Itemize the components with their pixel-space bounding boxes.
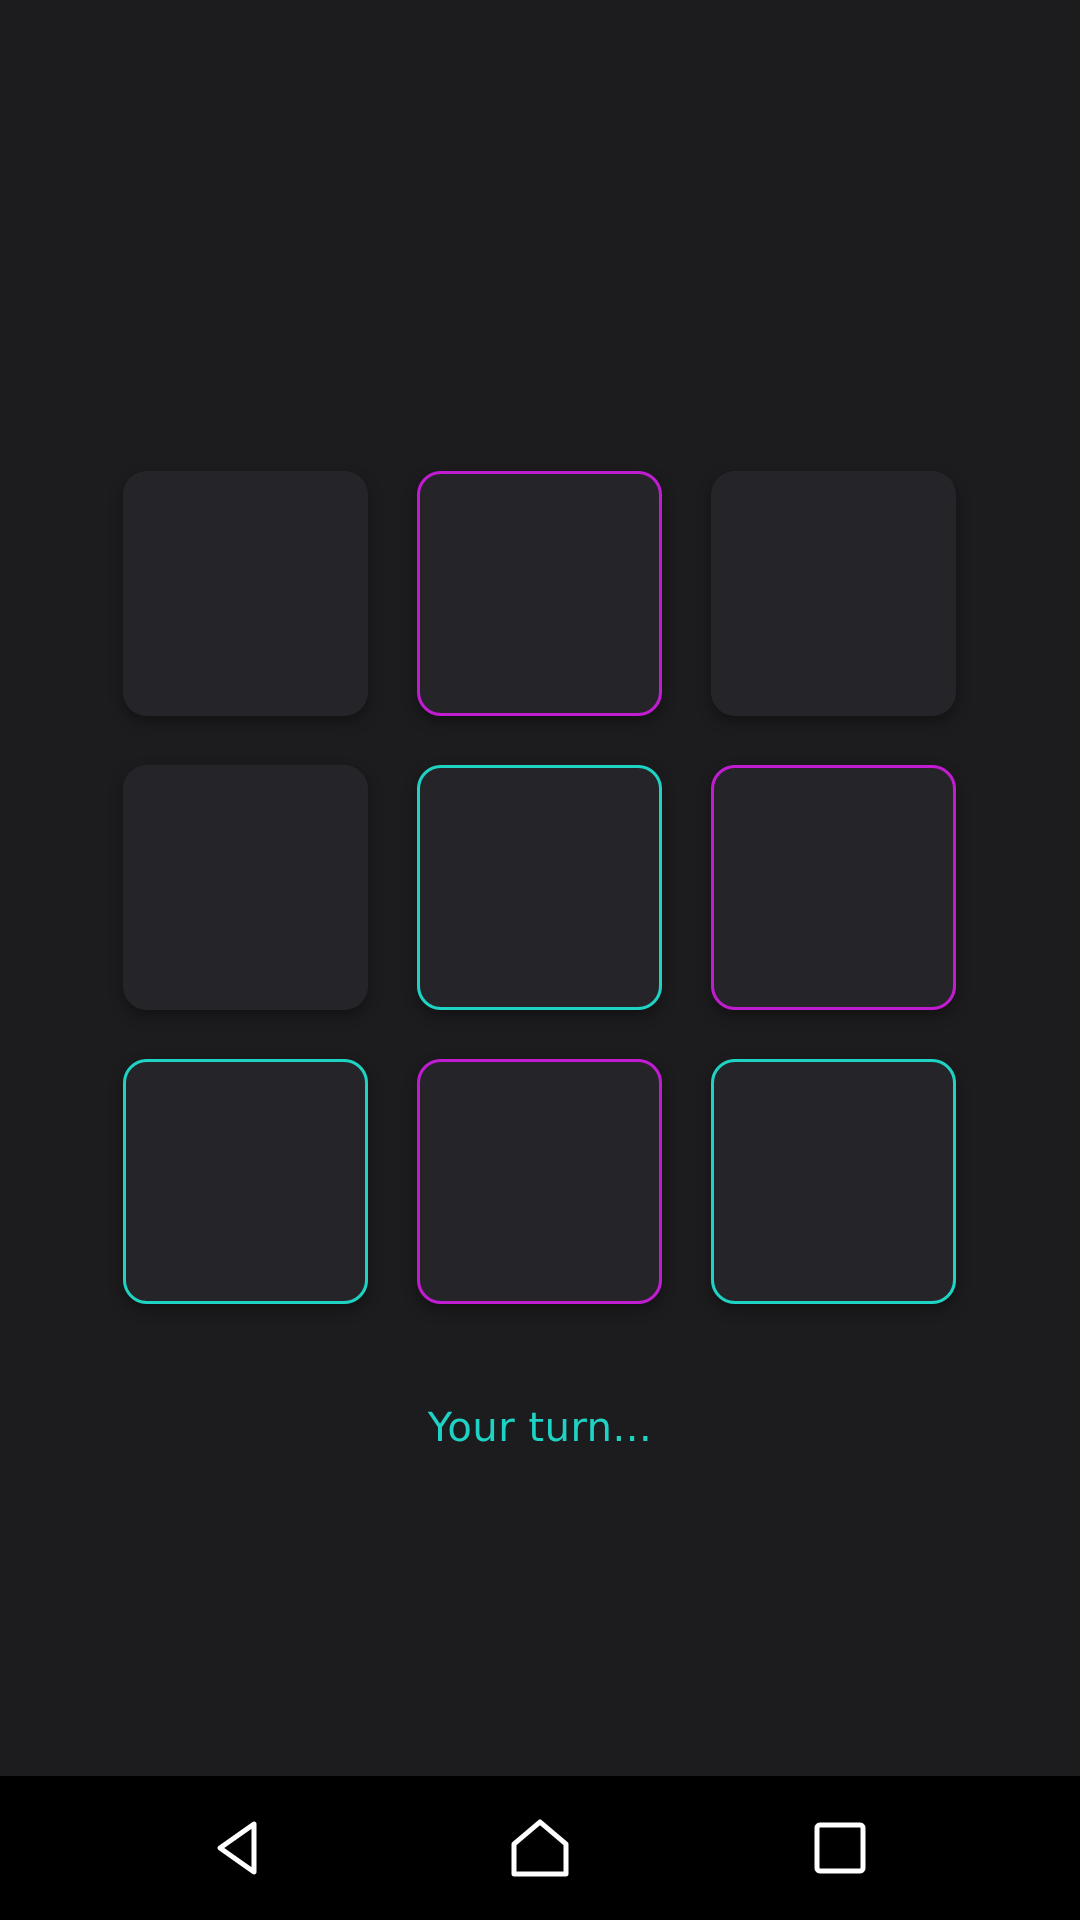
game-screen: Your turn...: [0, 0, 1080, 1920]
home-icon: [511, 1819, 569, 1877]
game-board: [123, 471, 957, 1305]
back-icon: [217, 1821, 257, 1875]
back-button[interactable]: [160, 1776, 320, 1920]
board-cell-5[interactable]: [417, 765, 662, 1010]
board-cell-3[interactable]: [711, 471, 956, 716]
system-navigation-bar: [0, 1776, 1080, 1920]
board-cell-7[interactable]: [123, 1059, 368, 1304]
turn-status-text: Your turn...: [427, 1405, 653, 1451]
board-cell-6[interactable]: [711, 765, 956, 1010]
board-cell-1[interactable]: [123, 471, 368, 716]
board-cell-4[interactable]: [123, 765, 368, 1010]
recents-button[interactable]: [760, 1776, 920, 1920]
recents-icon: [814, 1822, 866, 1874]
board-cell-8[interactable]: [417, 1059, 662, 1304]
board-cell-2[interactable]: [417, 471, 662, 716]
board-cell-9[interactable]: [711, 1059, 956, 1304]
home-button[interactable]: [460, 1776, 620, 1920]
